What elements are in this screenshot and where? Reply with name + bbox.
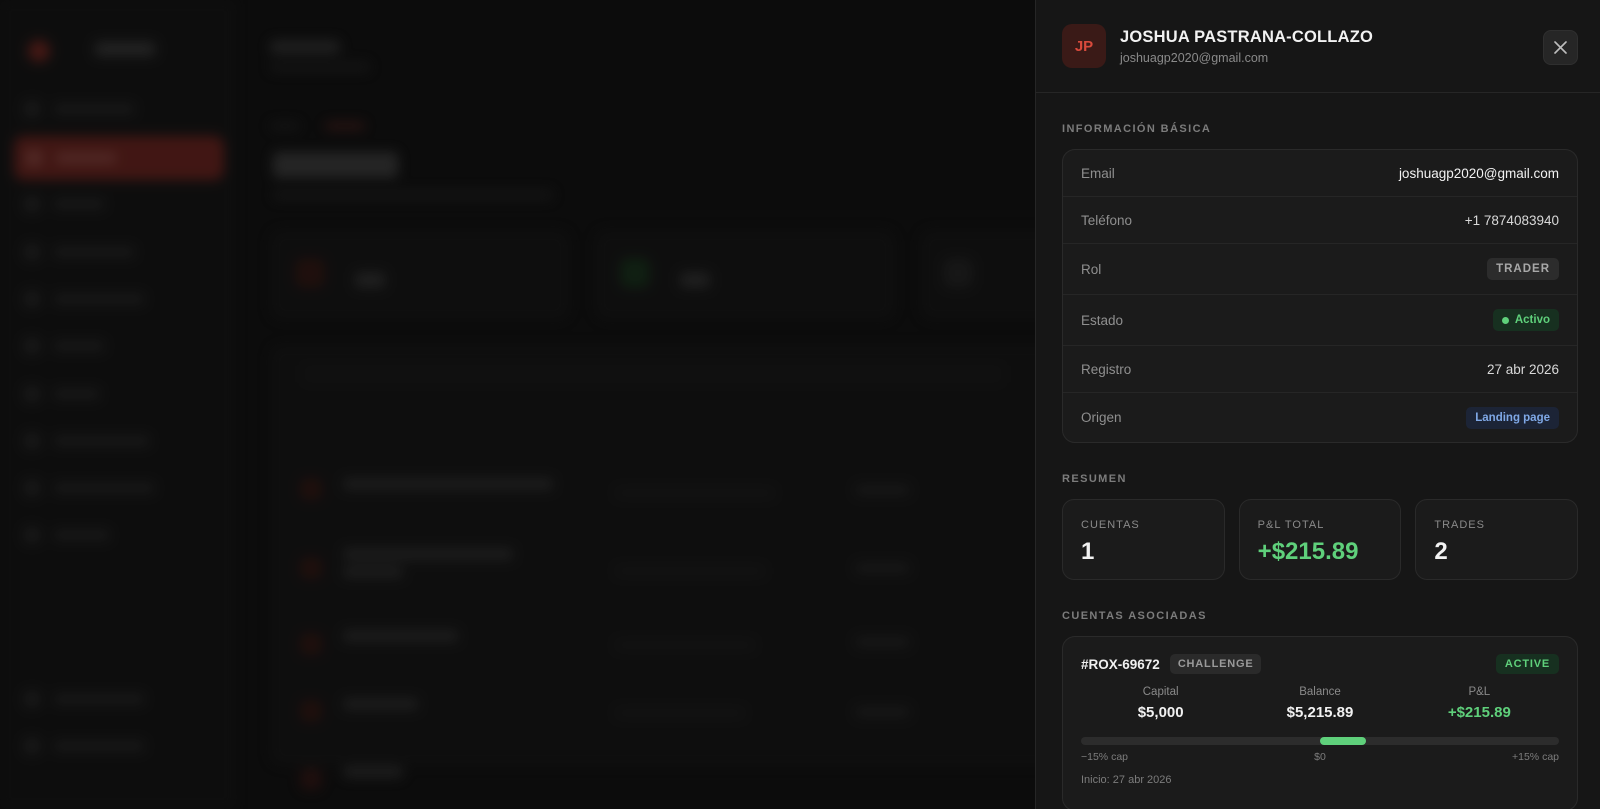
account-header: #ROX-69672 CHALLENGE ACTIVE [1081,654,1559,674]
basic-info-card: Email joshuagp2020@gmail.com Teléfono +1… [1062,149,1578,443]
stat-value-trades: 2 [1434,538,1448,565]
info-label: Teléfono [1081,212,1133,228]
origin-badge: Landing page [1466,406,1559,429]
stat-value-pnl: +$215.89 [1257,538,1359,565]
range-min-label: −15% cap [1081,751,1128,763]
user-name: JOSHUA PASTRANA-COLLAZO [1120,27,1374,46]
summary-stats: CUENTAS 1 P&L TOTAL +$215.89 TRADES 2 [1062,499,1579,580]
account-status-badge: ACTIVE [1495,654,1559,674]
metric-label: P&L [1468,686,1491,698]
stat-value-accounts: 1 [1081,538,1095,565]
status-badge-label: Activo [1514,314,1550,326]
info-row-origin: Origen Landing page [1063,393,1577,442]
user-info: JOSHUA PASTRANA-COLLAZO joshuagp2020@gma… [1120,28,1373,65]
info-row-phone: Teléfono +1 7874083940 [1063,197,1577,244]
linked-accounts-title: CUENTAS ASOCIADAS [1062,610,1207,622]
info-label: Email [1081,165,1115,181]
user-email: joshuagp2020@gmail.com [1120,50,1269,65]
pnl-range-bar [1081,737,1559,745]
metric-label: Balance [1299,686,1341,698]
metric-value-capital: $5,000 [1137,704,1184,721]
account-metrics: Capital $5,000 Balance $5,215.89 P&L +$2… [1081,686,1559,721]
metric-capital: Capital $5,000 [1081,686,1240,721]
pnl-range-fill [1320,737,1366,745]
drawer-header: JP JOSHUA PASTRANA-COLLAZO joshuagp2020@… [1036,0,1600,93]
range-mid-label: $0 [1314,751,1326,763]
info-row-status: Estado Activo [1063,295,1577,346]
metric-balance: Balance $5,215.89 [1240,686,1399,721]
account-id: #ROX-69672 [1081,656,1160,672]
modal-backdrop[interactable] [0,0,1035,809]
account-type-badge: CHALLENGE [1169,654,1262,674]
info-row-role: Rol TRADER [1063,244,1577,295]
user-detail-drawer: JP JOSHUA PASTRANA-COLLAZO joshuagp2020@… [1035,0,1600,809]
info-label: Origen [1081,410,1122,425]
info-label: Estado [1081,312,1124,328]
metric-value-balance: $5,215.89 [1286,704,1354,721]
info-value-phone: +1 7874083940 [1464,212,1559,228]
info-row-email: Email joshuagp2020@gmail.com [1063,150,1577,197]
info-row-registered: Registro 27 abr 2026 [1063,346,1577,393]
close-icon [1554,41,1567,54]
stat-label: CUENTAS [1081,519,1140,531]
drawer-body: INFORMACIÓN BÁSICA Email joshuagp2020@gm… [1036,123,1600,809]
basic-info-title: INFORMACIÓN BÁSICA [1062,123,1212,135]
stat-label: TRADES [1434,519,1485,531]
account-card[interactable]: #ROX-69672 CHALLENGE ACTIVE Capital $5,0… [1062,636,1578,809]
metric-label: Capital [1142,686,1179,698]
info-value-registered: 27 abr 2026 [1486,361,1559,377]
stat-label: P&L TOTAL [1257,519,1325,531]
range-max-label: +15% cap [1512,751,1559,763]
info-label: Registro [1081,361,1132,377]
stat-card-pnl: P&L TOTAL +$215.89 [1238,499,1402,580]
avatar: JP [1062,24,1106,68]
metric-pnl: P&L +$215.89 [1400,686,1559,721]
range-labels: −15% cap $0 +15% cap [1081,751,1559,763]
status-dot-icon [1501,316,1509,324]
status-badge: Activo [1492,309,1559,331]
info-value-email: joshuagp2020@gmail.com [1398,165,1559,181]
summary-title: RESUMEN [1062,473,1127,485]
role-badge: TRADER [1487,258,1559,280]
close-button[interactable] [1543,30,1578,65]
stat-card-trades: TRADES 2 [1415,499,1579,580]
info-label: Rol [1081,261,1102,277]
account-start-date: Inicio: 27 abr 2026 [1081,774,1172,786]
stat-card-accounts: CUENTAS 1 [1062,499,1225,580]
metric-value-pnl: +$215.89 [1447,704,1511,721]
